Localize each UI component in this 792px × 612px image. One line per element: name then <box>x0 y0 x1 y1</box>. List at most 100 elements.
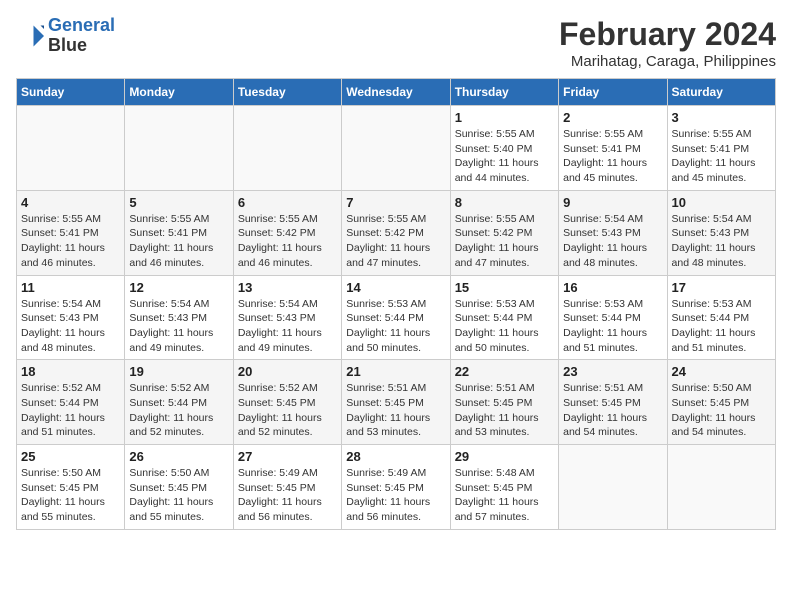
calendar-cell <box>559 445 667 530</box>
calendar-cell: 17 Sunrise: 5:53 AM Sunset: 5:44 PM Dayli… <box>667 275 775 360</box>
calendar-cell: 5 Sunrise: 5:55 AM Sunset: 5:41 PM Daylig… <box>125 190 233 275</box>
day-info: Sunrise: 5:55 AM Sunset: 5:41 PM Dayligh… <box>563 127 662 186</box>
calendar-cell: 12 Sunrise: 5:54 AM Sunset: 5:43 PM Dayli… <box>125 275 233 360</box>
day-number: 23 <box>563 364 662 379</box>
header-thursday: Thursday <box>450 79 558 106</box>
day-number: 10 <box>672 195 771 210</box>
calendar-cell: 24 Sunrise: 5:50 AM Sunset: 5:45 PM Dayli… <box>667 360 775 445</box>
calendar-cell <box>233 106 341 191</box>
logo-text: General Blue <box>48 16 115 56</box>
day-info: Sunrise: 5:53 AM Sunset: 5:44 PM Dayligh… <box>563 297 662 356</box>
calendar-cell: 18Sunrise: 5:52 AM Sunset: 5:44 PM Dayli… <box>17 360 125 445</box>
calendar-cell: 19Sunrise: 5:52 AM Sunset: 5:44 PM Dayli… <box>125 360 233 445</box>
calendar-cell: 20 Sunrise: 5:52 AM Sunset: 5:45 PM Dayli… <box>233 360 341 445</box>
page-header: General Blue February 2024 Marihatag, Ca… <box>16 16 776 70</box>
logo-name-general: General <box>48 15 115 35</box>
day-number: 12 <box>129 280 228 295</box>
day-number: 9 <box>563 195 662 210</box>
day-number: 18 <box>21 364 120 379</box>
calendar-body: 1 Sunrise: 5:55 AM Sunset: 5:40 PM Daylig… <box>17 106 776 530</box>
day-info: Sunrise: 5:51 AM Sunset: 5:45 PM Dayligh… <box>455 381 554 440</box>
day-number: 3 <box>672 110 771 125</box>
day-info: Sunrise: 5:55 AM Sunset: 5:41 PM Dayligh… <box>672 127 771 186</box>
calendar-title-block: February 2024 Marihatag, Caraga, Philipp… <box>559 16 776 70</box>
calendar-header: SundayMondayTuesdayWednesdayThursdayFrid… <box>17 79 776 106</box>
header-row: SundayMondayTuesdayWednesdayThursdayFrid… <box>17 79 776 106</box>
day-info: Sunrise: 5:51 AM Sunset: 5:45 PM Dayligh… <box>563 381 662 440</box>
calendar-cell: 10 Sunrise: 5:54 AM Sunset: 5:43 PM Dayli… <box>667 190 775 275</box>
header-tuesday: Tuesday <box>233 79 341 106</box>
day-info: Sunrise: 5:51 AM Sunset: 5:45 PM Dayligh… <box>346 381 445 440</box>
calendar-cell: 27 Sunrise: 5:49 AM Sunset: 5:45 PM Dayli… <box>233 445 341 530</box>
calendar-table: SundayMondayTuesdayWednesdayThursdayFrid… <box>16 78 776 530</box>
day-number: 24 <box>672 364 771 379</box>
logo-name-blue: Blue <box>48 36 115 56</box>
calendar-cell: 25 Sunrise: 5:50 AM Sunset: 5:45 PM Dayli… <box>17 445 125 530</box>
day-number: 27 <box>238 449 337 464</box>
calendar-cell: 9 Sunrise: 5:54 AM Sunset: 5:43 PM Daylig… <box>559 190 667 275</box>
calendar-cell: 22Sunrise: 5:51 AM Sunset: 5:45 PM Dayli… <box>450 360 558 445</box>
day-info: Sunrise: 5:53 AM Sunset: 5:44 PM Dayligh… <box>346 297 445 356</box>
day-info: Sunrise: 5:54 AM Sunset: 5:43 PM Dayligh… <box>672 212 771 271</box>
day-info: Sunrise: 5:54 AM Sunset: 5:43 PM Dayligh… <box>238 297 337 356</box>
day-info: Sunrise: 5:55 AM Sunset: 5:42 PM Dayligh… <box>346 212 445 271</box>
calendar-cell: 6 Sunrise: 5:55 AM Sunset: 5:42 PM Daylig… <box>233 190 341 275</box>
header-saturday: Saturday <box>667 79 775 106</box>
calendar-week-row: 1 Sunrise: 5:55 AM Sunset: 5:40 PM Daylig… <box>17 106 776 191</box>
logo-icon <box>16 22 44 50</box>
day-info: Sunrise: 5:55 AM Sunset: 5:42 PM Dayligh… <box>455 212 554 271</box>
day-number: 15 <box>455 280 554 295</box>
day-number: 11 <box>21 280 120 295</box>
day-info: Sunrise: 5:53 AM Sunset: 5:44 PM Dayligh… <box>672 297 771 356</box>
day-info: Sunrise: 5:49 AM Sunset: 5:45 PM Dayligh… <box>238 466 337 525</box>
calendar-cell: 14 Sunrise: 5:53 AM Sunset: 5:44 PM Dayli… <box>342 275 450 360</box>
day-info: Sunrise: 5:52 AM Sunset: 5:45 PM Dayligh… <box>238 381 337 440</box>
day-info: Sunrise: 5:49 AM Sunset: 5:45 PM Dayligh… <box>346 466 445 525</box>
calendar-cell: 8 Sunrise: 5:55 AM Sunset: 5:42 PM Daylig… <box>450 190 558 275</box>
calendar-cell: 13Sunrise: 5:54 AM Sunset: 5:43 PM Dayli… <box>233 275 341 360</box>
calendar-cell: 2 Sunrise: 5:55 AM Sunset: 5:41 PM Daylig… <box>559 106 667 191</box>
day-info: Sunrise: 5:48 AM Sunset: 5:45 PM Dayligh… <box>455 466 554 525</box>
calendar-cell <box>342 106 450 191</box>
calendar-week-row: 18Sunrise: 5:52 AM Sunset: 5:44 PM Dayli… <box>17 360 776 445</box>
day-info: Sunrise: 5:50 AM Sunset: 5:45 PM Dayligh… <box>672 381 771 440</box>
day-info: Sunrise: 5:55 AM Sunset: 5:42 PM Dayligh… <box>238 212 337 271</box>
day-number: 28 <box>346 449 445 464</box>
calendar-cell: 11Sunrise: 5:54 AM Sunset: 5:43 PM Dayli… <box>17 275 125 360</box>
calendar-cell: 29Sunrise: 5:48 AM Sunset: 5:45 PM Dayli… <box>450 445 558 530</box>
header-monday: Monday <box>125 79 233 106</box>
calendar-cell: 21 Sunrise: 5:51 AM Sunset: 5:45 PM Dayli… <box>342 360 450 445</box>
day-info: Sunrise: 5:54 AM Sunset: 5:43 PM Dayligh… <box>563 212 662 271</box>
day-number: 17 <box>672 280 771 295</box>
calendar-week-row: 25 Sunrise: 5:50 AM Sunset: 5:45 PM Dayli… <box>17 445 776 530</box>
calendar-cell <box>125 106 233 191</box>
day-number: 21 <box>346 364 445 379</box>
day-number: 14 <box>346 280 445 295</box>
day-number: 1 <box>455 110 554 125</box>
calendar-week-row: 11 Sunrise: 5:54 AM Sunset: 5:43 PM Dayli… <box>17 275 776 360</box>
day-number: 4 <box>21 195 120 210</box>
calendar-title: February 2024 <box>559 16 776 53</box>
day-number: 5 <box>129 195 228 210</box>
day-number: 2 <box>563 110 662 125</box>
day-number: 20 <box>238 364 337 379</box>
calendar-cell: 1 Sunrise: 5:55 AM Sunset: 5:40 PM Daylig… <box>450 106 558 191</box>
header-sunday: Sunday <box>17 79 125 106</box>
header-wednesday: Wednesday <box>342 79 450 106</box>
header-friday: Friday <box>559 79 667 106</box>
calendar-week-row: 4 Sunrise: 5:55 AM Sunset: 5:41 PM Daylig… <box>17 190 776 275</box>
calendar-cell <box>17 106 125 191</box>
day-number: 7 <box>346 195 445 210</box>
day-info: Sunrise: 5:50 AM Sunset: 5:45 PM Dayligh… <box>129 466 228 525</box>
day-number: 25 <box>21 449 120 464</box>
day-number: 8 <box>455 195 554 210</box>
calendar-cell: 15Sunrise: 5:53 AM Sunset: 5:44 PM Dayli… <box>450 275 558 360</box>
calendar-subtitle: Marihatag, Caraga, Philippines <box>559 53 776 70</box>
day-info: Sunrise: 5:54 AM Sunset: 5:43 PM Dayligh… <box>129 297 228 356</box>
day-info: Sunrise: 5:55 AM Sunset: 5:40 PM Dayligh… <box>455 127 554 186</box>
day-number: 6 <box>238 195 337 210</box>
calendar-cell: 7 Sunrise: 5:55 AM Sunset: 5:42 PM Daylig… <box>342 190 450 275</box>
calendar-cell: 26Sunrise: 5:50 AM Sunset: 5:45 PM Dayli… <box>125 445 233 530</box>
day-info: Sunrise: 5:55 AM Sunset: 5:41 PM Dayligh… <box>129 212 228 271</box>
day-info: Sunrise: 5:50 AM Sunset: 5:45 PM Dayligh… <box>21 466 120 525</box>
